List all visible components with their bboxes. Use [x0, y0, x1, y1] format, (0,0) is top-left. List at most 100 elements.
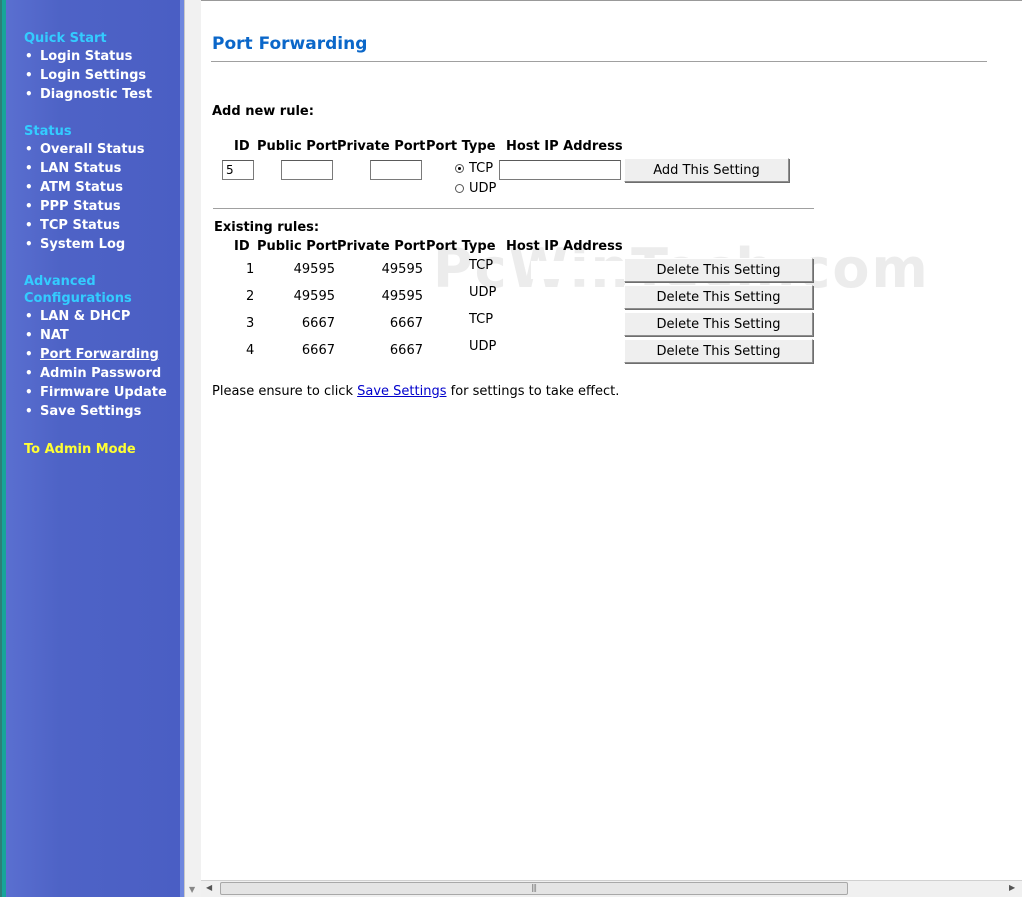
col-header-private-port: Private Port [337, 139, 426, 154]
frame-divider[interactable]: ▼ [184, 0, 201, 897]
section-title-status: Status [24, 124, 72, 139]
delete-setting-button[interactable]: Delete This Setting [624, 339, 813, 363]
main-content: PcWinTech.com Port Forwarding Add new ru… [201, 0, 1022, 880]
rule-port-type: TCP [469, 258, 494, 273]
nav-item-save-settings[interactable]: • Save Settings [0, 402, 184, 421]
nav-item-lan-dhcp[interactable]: • LAN & DHCP [0, 307, 184, 326]
rule-private-port: 49595 [381, 262, 423, 277]
rule-port-type: UDP [469, 339, 497, 354]
nav-item-label: System Log [40, 237, 126, 252]
delete-setting-button[interactable]: Delete This Setting [624, 285, 813, 309]
port-type-udp-radio[interactable] [455, 184, 464, 193]
delete-setting-button[interactable]: Delete This Setting [624, 258, 813, 282]
port-type-tcp-radio[interactable] [455, 164, 464, 173]
rule-id: 2 [246, 289, 255, 304]
col-header-public-port: Public Port [257, 239, 338, 254]
scroll-left-arrow-icon[interactable]: ◀ [206, 883, 212, 892]
nav-item-label: TCP Status [40, 218, 121, 233]
rule-port-type: TCP [469, 312, 494, 327]
save-settings-link[interactable]: Save Settings [357, 384, 446, 399]
horizontal-scrollbar[interactable]: ◀ ||| ▶ [201, 880, 1022, 897]
private-port-input[interactable] [370, 160, 422, 180]
bullet-icon: • [25, 237, 33, 251]
col-header-private-port: Private Port [337, 239, 426, 254]
section-title-line: Advanced [24, 274, 96, 289]
nav-menu: Quick Start • Login Status • Login Setting… [0, 30, 184, 459]
bullet-icon: • [25, 161, 33, 175]
nav-item-label: Admin Password [40, 366, 162, 381]
col-header-id: ID [234, 239, 250, 254]
rule-public-port: 49595 [293, 262, 335, 277]
status-list: • Overall Status • LAN Status • ATM Status … [0, 140, 184, 254]
sidebar-nav: Quick Start • Login Status • Login Setting… [0, 0, 184, 897]
nav-item-admin-password[interactable]: • Admin Password [0, 364, 184, 383]
col-header-id: ID [234, 139, 250, 154]
nav-item-port-forwarding[interactable]: • Port Forwarding [0, 345, 184, 364]
scrollbar-thumb[interactable]: ||| [220, 882, 848, 895]
rule-id: 4 [246, 343, 255, 358]
grip-icon: ||| [531, 883, 537, 892]
host-ip-input[interactable] [499, 160, 621, 180]
note-text-before: Please ensure to click [212, 384, 358, 399]
section-title-line: Configurations [24, 291, 132, 306]
nav-item-label: Port Forwarding [40, 347, 159, 362]
nav-item-diagnostic-test[interactable]: • Diagnostic Test [0, 85, 184, 104]
rule-id: 3 [246, 316, 255, 331]
bullet-icon: • [25, 385, 33, 399]
nav-item-label: ATM Status [40, 180, 123, 195]
rule-public-port: 49595 [293, 289, 335, 304]
nav-item-label: NAT [40, 328, 69, 343]
section-title-quick-start: Quick Start [24, 31, 107, 46]
nav-item-label: LAN & DHCP [40, 309, 131, 324]
rule-public-port: 6667 [301, 343, 335, 358]
nav-item-overall-status[interactable]: • Overall Status [0, 140, 184, 159]
section-divider [213, 208, 814, 209]
scroll-right-arrow-icon[interactable]: ▶ [1009, 883, 1015, 892]
nav-item-label: Overall Status [40, 142, 145, 157]
add-setting-button[interactable]: Add This Setting [624, 158, 789, 182]
note-text-after: for settings to take effect. [446, 384, 620, 399]
nav-item-login-status[interactable]: • Login Status [0, 47, 184, 66]
quick-start-list: • Login Status • Login Settings • Diagnosti… [0, 47, 184, 104]
nav-item-label: Login Status [40, 49, 133, 64]
bullet-icon: • [25, 199, 33, 213]
col-header-public-port: Public Port [257, 139, 338, 154]
nav-item-nat[interactable]: • NAT [0, 326, 184, 345]
rule-private-port: 6667 [389, 343, 423, 358]
save-reminder: Please ensure to click Save Settings for… [212, 384, 619, 399]
nav-item-system-log[interactable]: • System Log [0, 235, 184, 254]
nav-item-atm-status[interactable]: • ATM Status [0, 178, 184, 197]
rule-id-input[interactable] [222, 160, 254, 180]
admin-mode-link[interactable]: To Admin Mode [0, 440, 184, 459]
delete-setting-button[interactable]: Delete This Setting [624, 312, 813, 336]
bullet-icon: • [25, 366, 33, 380]
bullet-icon: • [25, 68, 33, 82]
col-header-port-type: Port Type [426, 139, 496, 154]
bullet-icon: • [25, 180, 33, 194]
nav-item-ppp-status[interactable]: • PPP Status [0, 197, 184, 216]
nav-item-tcp-status[interactable]: • TCP Status [0, 216, 184, 235]
bullet-icon: • [25, 309, 33, 323]
col-header-host-ip: Host IP Address [506, 139, 623, 154]
advanced-list: • LAN & DHCP • NAT • Port Forwarding • Admin… [0, 307, 184, 421]
rule-port-type: UDP [469, 285, 497, 300]
public-port-input[interactable] [281, 160, 333, 180]
bullet-icon: • [25, 87, 33, 101]
add-rule-heading: Add new rule: [212, 104, 314, 119]
scroll-down-arrow-icon[interactable]: ▼ [189, 885, 195, 894]
rule-private-port: 49595 [381, 289, 423, 304]
nav-item-login-settings[interactable]: • Login Settings [0, 66, 184, 85]
bullet-icon: • [25, 142, 33, 156]
bullet-icon: • [25, 49, 33, 63]
nav-item-firmware-update[interactable]: • Firmware Update [0, 383, 184, 402]
nav-item-label: Save Settings [40, 404, 142, 419]
bullet-icon: • [25, 218, 33, 232]
col-header-host-ip: Host IP Address [506, 239, 623, 254]
bullet-icon: • [25, 347, 33, 361]
nav-item-lan-status[interactable]: • LAN Status [0, 159, 184, 178]
page-title: Port Forwarding [212, 34, 368, 54]
nav-item-label: PPP Status [40, 199, 121, 214]
